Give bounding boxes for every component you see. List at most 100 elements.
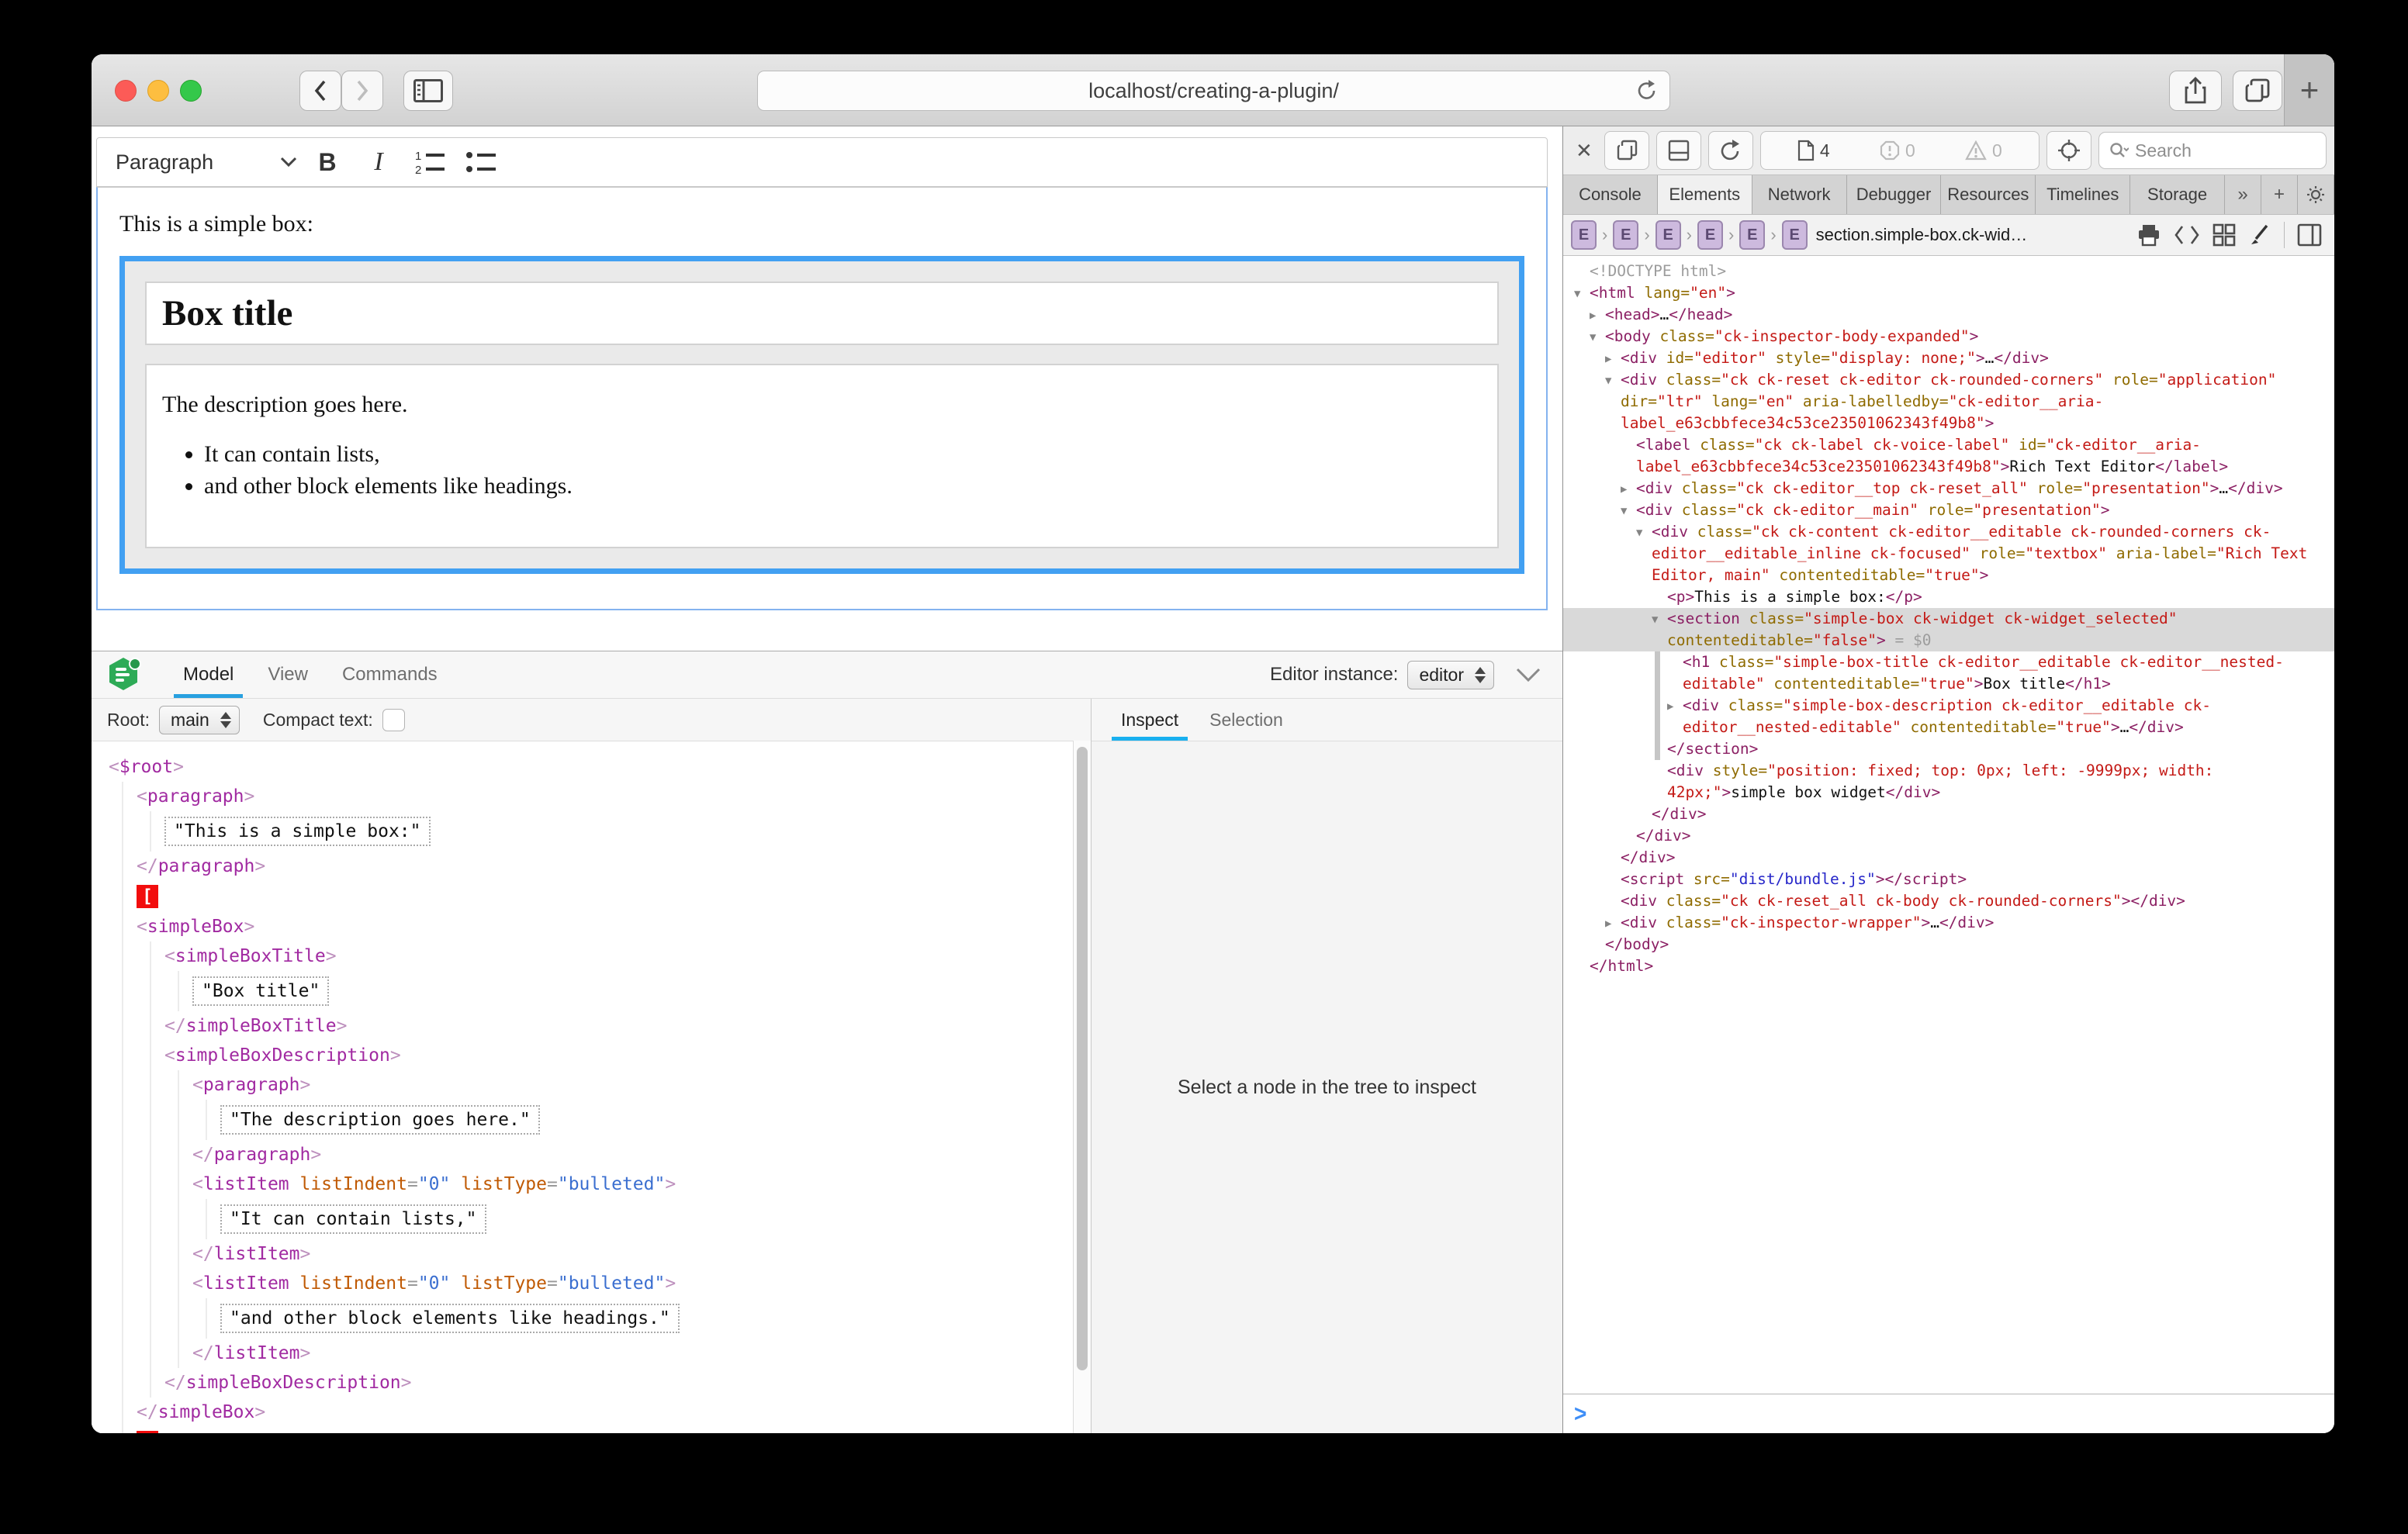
model-element-close-tag[interactable]: </simpleBox> — [137, 1398, 1091, 1427]
console-prompt-row[interactable]: > — [1563, 1394, 2334, 1433]
breadcrumb-element-badge[interactable]: E — [1613, 220, 1638, 250]
breadcrumb-element-badge[interactable]: E — [1656, 220, 1681, 250]
close-window-button[interactable] — [115, 80, 137, 102]
reload-icon[interactable] — [1635, 78, 1659, 103]
dom-tree-node[interactable]: </html> — [1563, 955, 2334, 977]
devtools-tab-resources[interactable]: Resources — [1941, 175, 2036, 214]
zoom-window-button[interactable] — [180, 80, 202, 102]
breadcrumb-element-badge[interactable]: E — [1697, 220, 1723, 250]
dom-tree-node[interactable]: </div> — [1563, 803, 2334, 825]
box-title-heading[interactable]: Box title — [162, 292, 1482, 334]
dom-tree-node[interactable]: ▶<div class="ck ck-editor__top ck-reset_… — [1563, 478, 2334, 499]
dom-tree-node[interactable]: ▼<div class="ck ck-editor__main" role="p… — [1563, 499, 2334, 521]
paragraph-dropdown[interactable]: Paragraph — [116, 150, 299, 174]
inspector-tab-view[interactable]: View — [251, 651, 325, 698]
model-text-node[interactable]: "and other block elements like headings.… — [220, 1298, 1091, 1339]
back-button[interactable] — [299, 71, 341, 111]
url-field[interactable]: localhost/creating-a-plugin/ — [757, 71, 1670, 111]
model-text-node[interactable]: "Box title" — [192, 971, 1091, 1011]
editor-editable-area[interactable]: This is a simple box: Box title The desc… — [96, 187, 1548, 610]
dom-tree-node[interactable]: <script src="dist/bundle.js"></script> — [1563, 869, 2334, 890]
dom-tree-node[interactable]: </body> — [1563, 934, 2334, 955]
disclosure-closed-icon[interactable]: ▶ — [1605, 913, 1611, 935]
intro-paragraph[interactable]: This is a simple box: — [119, 211, 1524, 237]
simple-box-widget[interactable]: Box title The description goes here. It … — [119, 256, 1524, 574]
dom-tree-node[interactable]: </section> — [1563, 738, 2334, 760]
simple-box-description-area[interactable]: The description goes here. It can contai… — [145, 364, 1499, 548]
bulleted-list-button[interactable] — [458, 143, 503, 181]
dom-tree-node[interactable]: ▶<div id="editor" style="display: none;"… — [1563, 347, 2334, 369]
disclosure-open-icon[interactable]: ▼ — [1621, 500, 1627, 522]
details-sidebar-toggle-icon[interactable] — [2297, 223, 2322, 247]
print-icon[interactable] — [2136, 223, 2161, 247]
model-element-open-tag[interactable]: <simpleBoxDescription> — [164, 1041, 1091, 1070]
dom-tree-node[interactable]: ▼<div class="ck ck-content ck-editor__ed… — [1563, 521, 2334, 586]
model-element-open-tag[interactable]: <$root> — [109, 752, 1091, 782]
box-description-paragraph[interactable]: The description goes here. — [162, 392, 1482, 418]
dom-tree-node[interactable]: </div> — [1563, 847, 2334, 869]
new-tab-button[interactable]: + — [2284, 54, 2334, 126]
code-brackets-icon[interactable] — [2174, 224, 2200, 246]
root-select[interactable]: main — [159, 706, 240, 734]
model-text-node[interactable]: "The description goes here." — [220, 1100, 1091, 1140]
model-element-open-tag[interactable]: <paragraph> — [137, 782, 1091, 811]
model-element-close-tag[interactable]: </simpleBoxTitle> — [164, 1011, 1091, 1041]
dom-tree-node[interactable]: ▶<head>…</head> — [1563, 304, 2334, 326]
disclosure-closed-icon[interactable]: ▶ — [1590, 305, 1596, 326]
dom-tree-node[interactable]: <div class="ck ck-reset_all ck-body ck-r… — [1563, 890, 2334, 912]
numbered-list-button[interactable]: 1 2 — [407, 143, 452, 181]
breadcrumb-element-badge[interactable]: E — [1571, 220, 1597, 250]
element-picker-button[interactable] — [2046, 131, 2091, 170]
disclosure-closed-icon[interactable]: ▶ — [1605, 348, 1611, 370]
styles-brush-icon[interactable] — [2248, 223, 2271, 247]
dom-tree-node[interactable]: ▼<section class="simple-box ck-widget ck… — [1563, 608, 2334, 651]
dom-tree-node[interactable]: <!DOCTYPE html> — [1563, 261, 2334, 282]
disclosure-open-icon[interactable]: ▼ — [1605, 370, 1611, 392]
breadcrumb-current[interactable]: section.simple-box.ck-wid… — [1816, 225, 2028, 245]
devtools-tab-timelines[interactable]: Timelines — [2036, 175, 2130, 214]
box-bullet-list[interactable]: It can contain lists, and other block ele… — [162, 441, 1482, 499]
disclosure-open-icon[interactable]: ▼ — [1590, 326, 1596, 348]
devtools-tab-elements[interactable]: Elements — [1658, 175, 1752, 214]
devtools-tab-add[interactable]: + — [2261, 175, 2298, 214]
box-list-item[interactable]: and other block elements like headings. — [204, 473, 1482, 499]
tab-overview-button[interactable] — [2233, 71, 2282, 111]
model-text-node[interactable]: "It can contain lists," — [220, 1199, 1091, 1239]
dock-bottom-button[interactable] — [1656, 131, 1701, 170]
inspector-collapse-button[interactable] — [1514, 666, 1542, 683]
model-element-open-tag[interactable]: <simpleBoxTitle> — [164, 941, 1091, 971]
disclosure-open-icon[interactable]: ▼ — [1652, 609, 1658, 631]
disclosure-closed-icon[interactable]: ▶ — [1667, 696, 1673, 717]
dom-tree-node[interactable]: ▼<body class="ck-inspector-body-expanded… — [1563, 326, 2334, 347]
devtools-settings-tab[interactable] — [2298, 175, 2334, 214]
simple-box-title-area[interactable]: Box title — [145, 282, 1499, 345]
dom-tree-node[interactable]: ▼<div class="ck ck-reset ck-editor ck-ro… — [1563, 369, 2334, 434]
disclosure-open-icon[interactable]: ▼ — [1574, 283, 1580, 305]
disclosure-closed-icon[interactable]: ▶ — [1621, 479, 1627, 500]
model-element-close-tag[interactable]: </paragraph> — [192, 1140, 1091, 1170]
dom-tree-node[interactable]: ▶<div class="simple-box-description ck-e… — [1563, 695, 2334, 738]
inspect-pane-tab-inspect[interactable]: Inspect — [1105, 699, 1194, 741]
compact-text-checkbox[interactable] — [382, 709, 405, 731]
tree-scrollbar[interactable] — [1073, 741, 1091, 1433]
breadcrumb-element-badge[interactable]: E — [1782, 220, 1808, 250]
model-element-open-tag[interactable]: <simpleBox> — [137, 912, 1091, 941]
model-element-close-tag[interactable]: </simpleBoxDescription> — [164, 1368, 1091, 1398]
model-element-close-tag[interactable]: </paragraph> — [137, 852, 1091, 881]
devtools-tab-console[interactable]: Console — [1563, 175, 1658, 214]
inspector-tab-commands[interactable]: Commands — [325, 651, 455, 698]
dom-tree-node[interactable]: ▶<div class="ck-inspector-wrapper">…</di… — [1563, 912, 2334, 934]
minimize-window-button[interactable] — [147, 80, 169, 102]
devtools-reload-button[interactable] — [1708, 131, 1753, 170]
model-text-node[interactable]: "This is a simple box:" — [164, 811, 1091, 852]
editor-instance-select[interactable]: editor — [1407, 661, 1494, 689]
disclosure-open-icon[interactable]: ▼ — [1636, 522, 1642, 544]
breadcrumb-element-badge[interactable]: E — [1739, 220, 1765, 250]
share-button[interactable] — [2169, 71, 2222, 111]
devtools-tab-storage[interactable]: Storage — [2130, 175, 2225, 214]
inspect-pane-tab-selection[interactable]: Selection — [1194, 699, 1299, 741]
box-list-item[interactable]: It can contain lists, — [204, 441, 1482, 468]
model-element-open-tag[interactable]: <paragraph> — [192, 1070, 1091, 1100]
inspector-tab-model[interactable]: Model — [166, 651, 251, 698]
devtools-tab-debugger[interactable]: Debugger — [1847, 175, 1942, 214]
